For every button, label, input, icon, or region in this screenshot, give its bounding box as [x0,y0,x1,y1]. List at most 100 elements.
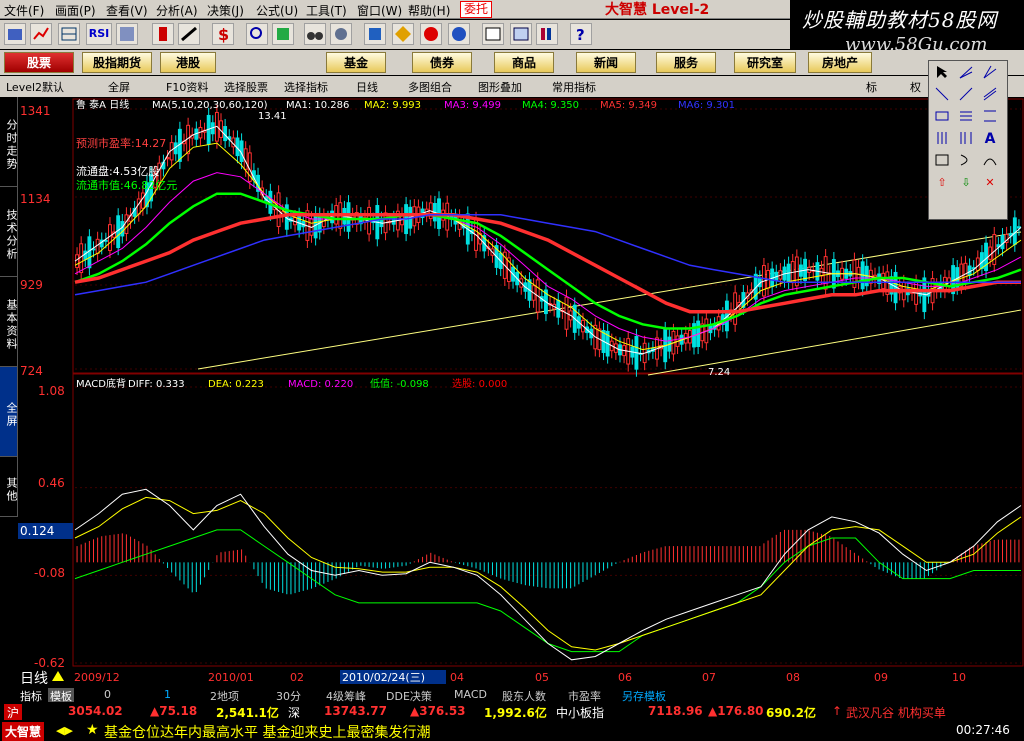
list-icon[interactable] [272,23,294,45]
tab-stocks[interactable]: 股票 [4,52,74,73]
channel-tool-icon[interactable] [933,109,951,125]
macd-title: MACD底背 [76,377,126,390]
sme-amount: 690.2亿 [766,706,816,720]
macd-tick-3: -0.08 [34,566,65,580]
alert-icon[interactable] [364,23,386,45]
side-tab-intraday[interactable]: 分时走势 [0,97,18,187]
ad-title: 炒股輔助教材58股网 [802,8,998,32]
menu-decision[interactable]: 决策(J) [207,2,244,19]
text-tool-icon[interactable]: A [981,131,999,147]
ruler-icon[interactable] [178,23,200,45]
period-label[interactable]: 日线 [20,671,48,687]
overlay-button[interactable]: 图形叠加 [478,79,522,95]
menu-analysis[interactable]: 分析(A) [156,2,198,19]
period-select[interactable]: 日线 [356,79,378,95]
pointer-tool-icon[interactable] [933,65,951,81]
menu-tools[interactable]: 工具(T) [306,2,347,19]
parallel-tool-icon[interactable] [981,87,999,103]
fullscreen-button[interactable]: 全屏 [108,79,130,95]
news-headline[interactable]: 基金仓位达年内最高水平 基金迎来史上最密集发行潮 [104,722,430,741]
sh-label[interactable]: 沪 [4,704,23,721]
calendar-icon[interactable] [482,23,504,45]
sme-label[interactable]: 中小板指 [556,704,604,721]
wave-tool-icon[interactable] [981,153,999,169]
app-logo: 大智慧 Level-2 [605,2,710,18]
cycle-tool-icon[interactable] [957,131,975,147]
books-icon[interactable] [536,23,558,45]
tab-funds[interactable]: 基金 [326,52,386,73]
dollar-icon[interactable]: $ [212,23,234,45]
template-1[interactable]: 1 [164,688,171,701]
select-indicator-button[interactable]: 选择指标 [284,79,328,95]
tab-research[interactable]: 研究室 [734,52,796,73]
level2-default-button[interactable]: Level2默认 [6,79,64,95]
menu-help[interactable]: 帮助(H) [408,2,450,19]
sz-label[interactable]: 深 [288,704,300,721]
chart-area[interactable]: 1341 1134 929 724 鲁 泰A 日线 MA(5,10,20,30,… [18,97,1024,687]
x-tick-8: 08 [786,671,800,684]
stop-icon[interactable] [420,23,442,45]
home-icon[interactable] [4,23,26,45]
gann-tool-icon[interactable] [981,65,999,81]
menu-view-panel[interactable]: 画面(P) [55,2,96,19]
tab-commodities[interactable]: 商品 [494,52,554,73]
toolbar: RSI $ ? [0,20,790,49]
side-tab-other[interactable]: 其他 [0,457,18,517]
rectangle-tool-icon[interactable] [933,153,951,169]
tab-news[interactable]: 新闻 [576,52,636,73]
diamond-icon[interactable] [392,23,414,45]
template-macd[interactable]: MACD [454,688,487,701]
settings-icon[interactable] [330,23,352,45]
svg-text:?: ? [576,26,585,44]
status-logo: 大智慧 [2,722,45,741]
tab-real-estate[interactable]: 房地产 [808,52,872,73]
select-stock-button[interactable]: 选择股票 [224,79,268,95]
window-icon[interactable] [510,23,532,45]
ma5-legend: MA5: 9.349 [600,100,657,111]
multi-chart-button[interactable]: 多图组合 [408,79,452,95]
news-ticker-right[interactable]: 武汉凡谷 机构买单 [846,704,946,721]
menu-window[interactable]: 窗口(W) [357,2,402,19]
macd-tick-1: 1.08 [38,384,65,398]
percent-tool-icon[interactable] [981,109,999,125]
template-0[interactable]: 0 [104,688,111,701]
f10-button[interactable]: F10资料 [166,79,208,95]
fibonacci-tool-icon[interactable] [957,109,975,125]
tab-bonds[interactable]: 债券 [412,52,472,73]
rsi-button[interactable]: RSI [86,23,112,45]
down-arrow-tool-icon[interactable]: ⇩ [957,175,975,191]
chart-icon[interactable] [30,23,52,45]
candle-body [988,246,993,260]
delete-tool-icon[interactable]: ✕ [981,175,999,191]
menu-formula[interactable]: 公式(U) [256,2,298,19]
common-indicator-button[interactable]: 常用指标 [552,79,596,95]
ray-tool-icon[interactable] [957,87,975,103]
table-icon[interactable] [58,23,80,45]
side-tab-technical[interactable]: 技术分析 [0,187,18,277]
vertical-lines-tool-icon[interactable] [933,131,951,147]
tab-hk-stocks[interactable]: 港股 [160,52,216,73]
market-tab-bar: 股票 股指期货 港股 基金 债券 商品 新闻 服务 研究室 房地产 [0,50,1024,75]
rights-button[interactable]: 权 [910,79,921,95]
globe-icon[interactable] [448,23,470,45]
side-tab-fundamentals[interactable]: 基本资料 [0,277,18,367]
up-arrow-tool-icon[interactable]: ⇧ [933,175,951,191]
menu-view[interactable]: 查看(V) [106,2,148,19]
search-icon[interactable] [246,23,268,45]
side-tab-fullscreen[interactable]: 全屏 [0,367,18,457]
help-icon[interactable]: ? [570,23,592,45]
candle-body [95,238,100,254]
grid-icon[interactable] [116,23,138,45]
menu-file[interactable]: 文件(F) [4,2,44,19]
indicator-icon[interactable] [152,23,174,45]
mark-button[interactable]: 标 [866,79,877,95]
line-tool-icon[interactable] [933,87,951,103]
fan-tool-icon[interactable] [957,65,975,81]
arc-tool-icon[interactable] [957,153,975,169]
media-controls-icon[interactable]: ◀▶ [56,724,73,737]
up-arrow-icon: ↑ [832,704,843,718]
binoculars-icon[interactable] [304,23,326,45]
tab-services[interactable]: 服务 [656,52,716,73]
trade-button[interactable]: 委托 [460,1,493,18]
tab-index-futures[interactable]: 股指期货 [82,52,152,73]
